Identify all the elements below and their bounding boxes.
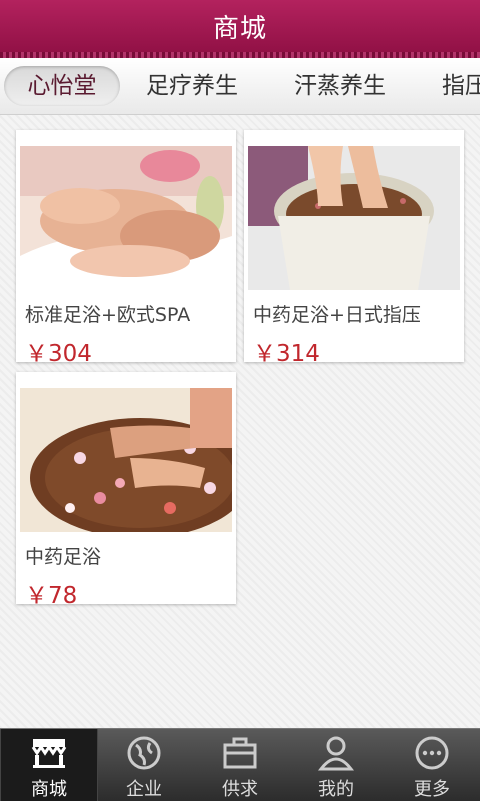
bottom-navigation: 商城 企业 供求 我的 更多: [0, 728, 480, 801]
nav-mall[interactable]: 商城: [0, 729, 98, 801]
nav-more[interactable]: 更多: [384, 729, 480, 801]
nav-label: 供求: [222, 779, 258, 800]
product-price: ￥78: [25, 583, 78, 609]
nav-label: 更多: [414, 779, 450, 800]
nav-profile[interactable]: 我的: [288, 729, 384, 801]
product-card[interactable]: 标准足浴+欧式SPA ￥304: [16, 130, 236, 367]
product-price: ￥314: [253, 341, 320, 367]
herbal-foot-bath-image: [248, 146, 460, 290]
category-tabs: 心怡堂 足疗养生 汗蒸养生 指压: [0, 58, 480, 115]
nav-enterprise[interactable]: 企业: [96, 729, 192, 801]
hand-massage-foot-image: [20, 146, 232, 290]
person-icon: [317, 736, 355, 771]
tab-xinyitang[interactable]: 心怡堂: [4, 66, 120, 106]
nav-supply-demand[interactable]: 供求: [192, 729, 288, 801]
product-price: ￥304: [25, 341, 92, 367]
tab-acupressure[interactable]: 指压: [442, 66, 480, 106]
product-card[interactable]: 中药足浴 ￥78: [16, 372, 236, 609]
tab-foot-therapy[interactable]: 足疗养生: [146, 66, 238, 106]
store-icon: [31, 739, 67, 768]
briefcase-icon: [223, 737, 257, 769]
globe-icon: [127, 736, 161, 770]
nav-label: 商城: [31, 779, 67, 800]
product-name: 中药足浴+日式指压: [253, 304, 421, 326]
more-icon: [415, 736, 449, 770]
product-grid: 标准足浴+欧式SPA ￥304 中药足浴+日式指压 ￥314 中药足浴 ￥78: [0, 115, 480, 728]
petal-foot-bath-image: [20, 388, 232, 532]
app-header: 商城: [0, 0, 480, 58]
tab-sauna[interactable]: 汗蒸养生: [294, 66, 386, 106]
nav-label: 我的: [318, 779, 354, 800]
page-title: 商城: [212, 14, 267, 44]
product-name: 标准足浴+欧式SPA: [25, 304, 191, 326]
product-card[interactable]: 中药足浴+日式指压 ￥314: [244, 130, 464, 367]
nav-label: 企业: [126, 779, 162, 800]
product-name: 中药足浴: [25, 546, 102, 568]
